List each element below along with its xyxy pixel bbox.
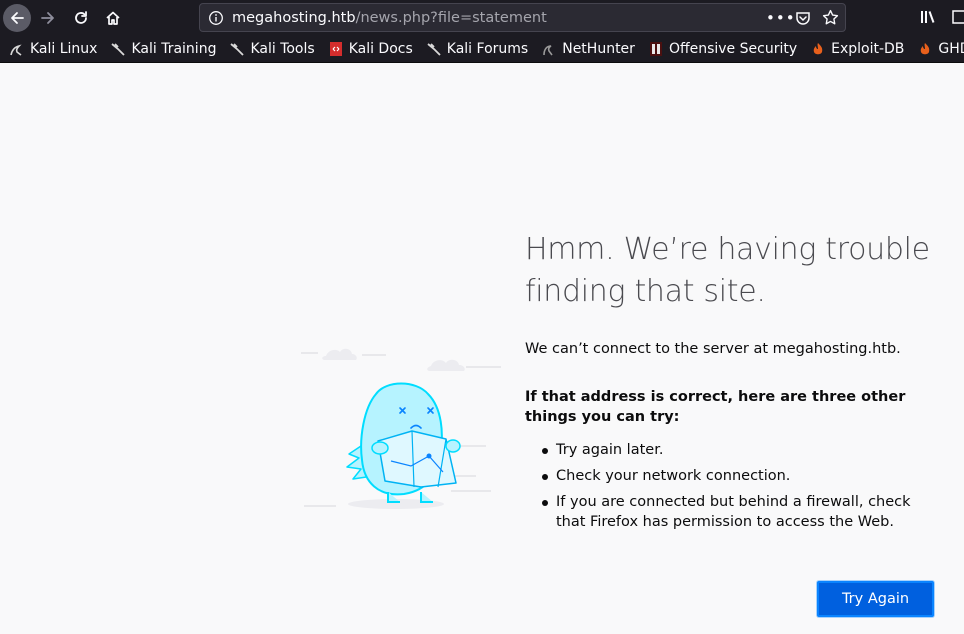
ghdb-icon [921,43,930,55]
bookmark-ghdb[interactable]: GHDB [909,36,964,62]
bookmark-label: NetHunter [562,41,635,57]
library-icon[interactable] [920,9,938,29]
error-title: Hmm. We’re having trouble finding that s… [525,232,930,309]
bookmark-label: Kali Docs [348,41,413,57]
back-button[interactable] [3,4,31,32]
home-button[interactable] [99,4,127,32]
bookmark-label: Kali Forums [446,41,529,57]
bookmark-offensive-security[interactable]: Offensive Security [640,36,802,62]
bookmark-kali-docs[interactable]: Kali Docs [320,36,418,62]
reload-icon [75,11,87,24]
exploitdb-icon [813,43,823,55]
bookmark-label: Offensive Security [668,41,798,57]
kali-dragon-icon [427,43,441,56]
kali-dragon-icon [10,44,22,56]
forward-arrow-icon [41,12,54,24]
page-actions-menu-icon[interactable]: ••• [766,9,796,27]
bookmark-label: Kali Training [131,41,217,57]
try-again-button[interactable]: Try Again [817,581,934,617]
url-text[interactable]: megahosting.htb/news.php?file=statement [232,10,547,26]
pocket-icon[interactable] [795,10,811,30]
tips-list: Try again later. Check your network conn… [540,440,940,538]
kali-dragon-icon [230,43,245,56]
kali-dragon-icon [111,43,126,56]
url-path: /news.php?file=statement [355,10,547,26]
back-arrow-icon [11,12,24,24]
bookmarks-toolbar: Kali Linux Kali Training Kali Tools Kali… [0,36,964,63]
browser-toolbar: megahosting.htb/news.php?file=statement … [0,0,964,36]
bookmark-kali-linux[interactable]: Kali Linux [0,36,102,62]
bookmark-kali-tools[interactable]: Kali Tools [221,36,319,62]
bookmark-label: Kali Linux [30,41,98,57]
bookmark-kali-forums[interactable]: Kali Forums [418,36,533,62]
reload-button[interactable] [67,4,95,32]
url-bar[interactable]: megahosting.htb/news.php?file=statement … [199,3,846,32]
list-item: Try again later. [540,440,940,460]
error-description: We can’t connect to the server at megaho… [525,341,901,357]
kali-docs-icon [329,42,342,56]
list-item: Check your network connection. [540,466,940,486]
bookmark-star-icon[interactable] [822,9,839,30]
page-content: Hmm. We’re having trouble finding that s… [0,64,964,634]
bookmark-label: Kali Tools [250,41,315,57]
sidebar-icon[interactable] [952,9,964,29]
sad-character-illustration [301,348,501,509]
bookmark-kali-training[interactable]: Kali Training [102,36,221,62]
url-host: megahosting.htb [232,10,356,26]
bookmark-label: Exploit-DB [831,41,905,57]
list-item: If you are connected but behind a firewa… [540,492,940,532]
tips-heading: If that address is correct, here are thr… [525,389,906,425]
bookmark-exploit-db[interactable]: Exploit-DB [802,36,909,62]
offsec-icon [649,42,662,56]
bookmark-label: GHDB [938,41,964,57]
home-icon [106,11,120,25]
site-info-icon[interactable] [208,10,224,30]
nethunter-icon [543,45,553,56]
bookmark-nethunter[interactable]: NetHunter [533,36,640,62]
forward-button[interactable] [34,4,62,32]
